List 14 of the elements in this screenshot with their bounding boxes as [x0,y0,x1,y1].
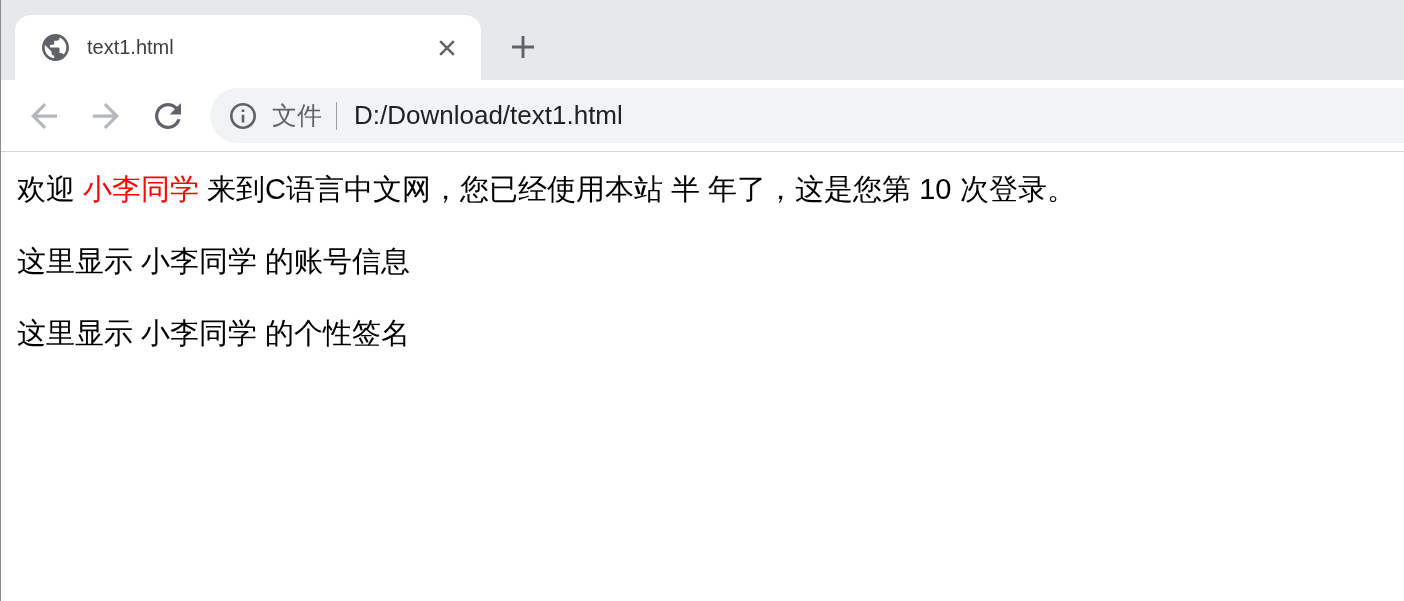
site-info-button[interactable]: 文件 [230,95,322,136]
reload-icon [155,102,181,129]
page-paragraph: 这里显示 小李同学 的个性签名 [17,316,412,351]
close-icon [439,39,455,56]
browser-tab[interactable]: text1.html [15,15,481,80]
page-paragraph: 欢迎 小李同学 来到C语言中文网，您已经使用本站 半 年了，这是您第 10 次登录。 [17,172,1077,207]
page-paragraph: 这里显示 小李同学 的账号信息 [17,244,412,279]
globe-icon [42,34,69,61]
back-arrow-icon [31,102,57,129]
url-text: D:/Download/text1.html [354,100,623,131]
forward-arrow-icon [93,102,119,129]
plus-icon [512,36,534,58]
address-bar[interactable]: 文件 D:/Download/text1.html [210,88,1404,143]
info-icon [230,102,256,129]
